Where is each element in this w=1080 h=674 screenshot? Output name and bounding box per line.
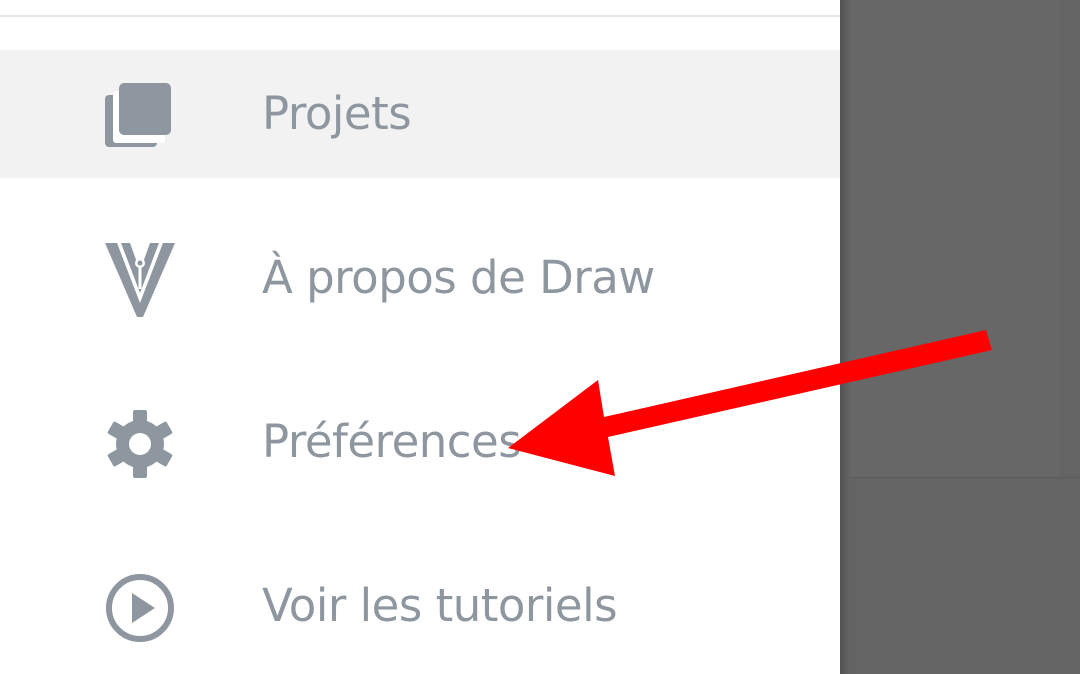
menu-item-label: Projets [262, 87, 412, 140]
menu-item-projets[interactable]: Projets [0, 50, 840, 178]
gear-icon [100, 408, 180, 480]
projects-icon [100, 80, 180, 152]
drawer-menu: Projets À propos de Draw Préférences Voi… [0, 50, 840, 674]
menu-item-tutorials[interactable]: Voir les tutoriels [0, 542, 840, 670]
drawer-divider [0, 15, 840, 17]
menu-item-about-draw[interactable]: À propos de Draw [0, 214, 840, 342]
drawer-shadow [840, 0, 850, 674]
menu-item-label: À propos de Draw [262, 251, 655, 304]
app-screen: Projets À propos de Draw Préférences Voi… [0, 0, 1080, 674]
menu-item-label: Voir les tutoriels [262, 579, 618, 632]
play-circle-icon [100, 572, 180, 644]
menu-item-label: Préférences [262, 415, 522, 468]
menu-item-preferences[interactable]: Préférences [0, 378, 840, 506]
navigation-drawer: Projets À propos de Draw Préférences Voi… [0, 0, 840, 674]
dimmed-content-card [850, 0, 1060, 478]
draw-pen-nib-icon [100, 243, 180, 317]
dimmed-content-divider [850, 477, 1080, 478]
